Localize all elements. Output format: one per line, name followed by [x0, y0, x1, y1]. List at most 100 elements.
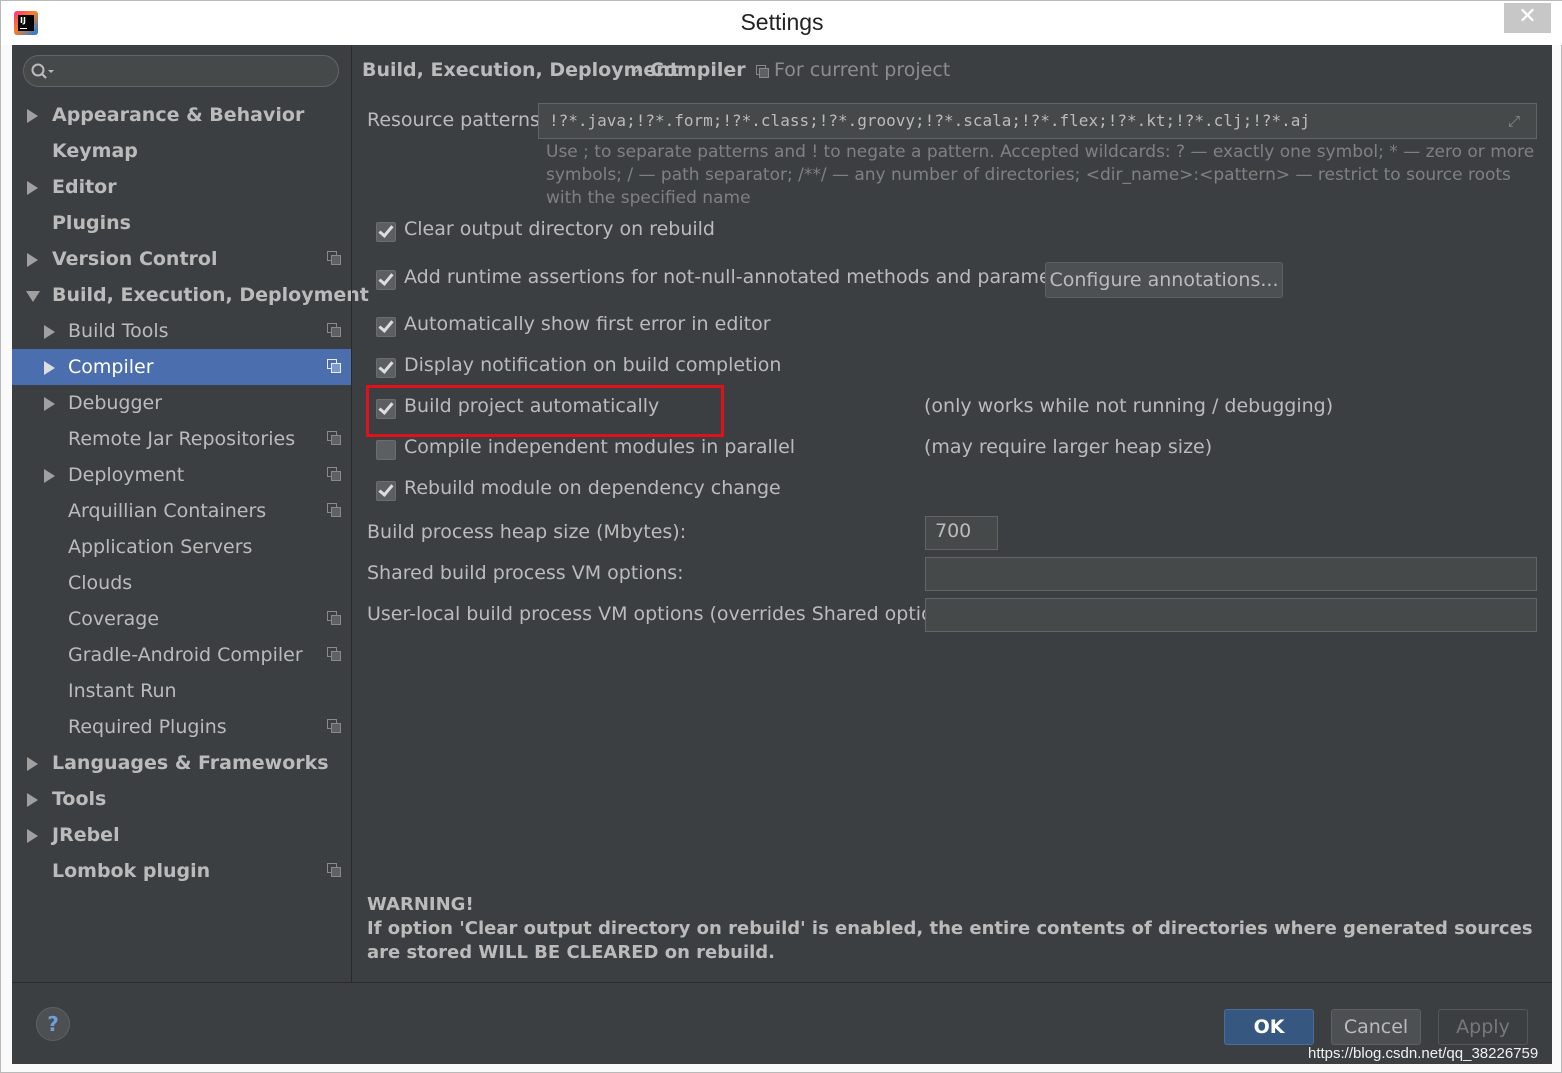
compiler-settings-panel: Build, Execution, Deployment › Compiler … [352, 45, 1552, 982]
project-scope-icon [327, 431, 341, 445]
chevron-right-icon[interactable] [44, 469, 55, 483]
sidebar-item-languages-frameworks[interactable]: Languages & Frameworks [12, 745, 351, 781]
project-scope-icon [327, 611, 341, 625]
settings-sidebar: Appearance & Behavior Keymap Editor Plugins… [12, 45, 369, 982]
checkbox-box[interactable] [376, 481, 396, 501]
help-button[interactable]: ? [36, 1007, 70, 1041]
sidebar-item-version-control[interactable]: Version Control [12, 241, 351, 277]
sidebar-item-debugger[interactable]: Debugger [12, 385, 351, 421]
apply-button[interactable]: Apply [1438, 1009, 1528, 1045]
checkbox-label: Compile independent modules in parallel [404, 436, 796, 458]
sidebar-item-appearance-behavior[interactable]: Appearance & Behavior [12, 97, 351, 133]
sidebar-item-label: Application Servers [68, 536, 253, 558]
sidebar-item-label: Keymap [52, 140, 138, 162]
chevron-right-icon[interactable] [44, 361, 55, 375]
chevron-right-icon[interactable] [27, 829, 38, 843]
configure-annotations-button[interactable]: Configure annotations... [1045, 262, 1283, 298]
heap-size-input[interactable]: 700 [925, 516, 998, 550]
sidebar-item-arquillian-containers[interactable]: Arquillian Containers [12, 493, 351, 529]
project-scope-icon [327, 719, 341, 733]
sidebar-item-build-execution-deployment[interactable]: Build, Execution, Deployment [12, 277, 369, 313]
check-icon [378, 358, 394, 374]
sidebar-item-lombok-plugin[interactable]: Lombok plugin [12, 853, 351, 889]
checkbox-box[interactable] [376, 440, 396, 460]
sidebar-item-label: Tools [52, 788, 107, 810]
checkbox-label: Automatically show first error in editor [404, 313, 771, 335]
sidebar-item-label: Appearance & Behavior [52, 104, 305, 126]
chevron-right-icon[interactable] [27, 793, 38, 807]
sidebar-item-deployment[interactable]: Deployment [12, 457, 351, 493]
chevron-right-icon[interactable] [27, 757, 38, 771]
sidebar-item-label: Required Plugins [68, 716, 227, 738]
project-scope-icon [327, 863, 341, 877]
user-vm-options-input[interactable] [925, 598, 1537, 632]
project-scope-icon [756, 65, 770, 79]
sidebar-item-compiler[interactable]: Compiler [12, 349, 351, 385]
sidebar-item-editor[interactable]: Editor [12, 169, 351, 205]
sidebar-item-jrebel[interactable]: JRebel [12, 817, 351, 853]
sidebar-item-label: Plugins [52, 212, 131, 234]
scope-label: For current project [774, 59, 951, 81]
check-icon [378, 317, 394, 333]
checkbox-box[interactable] [376, 317, 396, 337]
warning-text: If option 'Clear output directory on reb… [367, 918, 1533, 963]
ok-button[interactable]: OK [1224, 1009, 1314, 1045]
sidebar-item-application-servers[interactable]: Application Servers [12, 529, 351, 565]
checkbox-box[interactable] [376, 222, 396, 242]
sidebar-item-remote-jar-repositories[interactable]: Remote Jar Repositories [12, 421, 351, 457]
project-scope-icon [327, 359, 341, 373]
breadcrumb-parent: Build, Execution, Deployment [362, 59, 679, 81]
sidebar-item-plugins[interactable]: Plugins [12, 205, 351, 241]
chevron-right-icon[interactable] [44, 397, 55, 411]
sidebar-item-label: Build Tools [68, 320, 169, 342]
breadcrumb-current: Compiler [650, 59, 746, 81]
sidebar-item-build-tools[interactable]: Build Tools [12, 313, 351, 349]
sidebar-item-label: Build, Execution, Deployment [52, 284, 369, 306]
sidebar-item-label: Remote Jar Repositories [68, 428, 296, 450]
expand-icon[interactable]: ⤢ [1508, 112, 1526, 130]
sidebar-item-label: Deployment [68, 464, 185, 486]
checkbox-label: Display notification on build completion [404, 354, 782, 376]
sidebar-item-label: Gradle-Android Compiler [68, 644, 303, 666]
chevron-right-icon[interactable] [44, 325, 55, 339]
sidebar-item-instant-run[interactable]: Instant Run [12, 673, 351, 709]
project-scope-icon [327, 503, 341, 517]
checkbox-label: Add runtime assertions for not-null-anno… [404, 266, 1088, 288]
user-vm-options-label: User-local build process VM options (ove… [367, 603, 969, 625]
settings-search-input[interactable] [23, 55, 339, 87]
sidebar-item-coverage[interactable]: Coverage [12, 601, 351, 637]
sidebar-item-gradle-android-compiler[interactable]: Gradle-Android Compiler [12, 637, 351, 673]
shared-vm-options-input[interactable] [925, 557, 1537, 591]
sidebar-item-required-plugins[interactable]: Required Plugins [12, 709, 351, 745]
chevron-right-icon[interactable] [27, 253, 38, 267]
footer-divider [12, 982, 1552, 983]
rebuild-warning: WARNING! If option 'Clear output directo… [367, 893, 1542, 965]
chevron-down-icon[interactable] [26, 291, 40, 302]
window-title: Settings [740, 9, 824, 35]
sidebar-item-label: Version Control [52, 248, 218, 270]
heap-size-label: Build process heap size (Mbytes): [367, 521, 687, 543]
checkbox-box[interactable] [376, 358, 396, 378]
resource-patterns-hint: Use ; to separate patterns and ! to nega… [546, 142, 1535, 208]
sidebar-item-tools[interactable]: Tools [12, 781, 351, 817]
check-icon [378, 270, 394, 286]
sidebar-item-clouds[interactable]: Clouds [12, 565, 351, 601]
project-scope-icon [327, 467, 341, 481]
sidebar-item-label: Arquillian Containers [68, 500, 267, 522]
sidebar-item-label: Lombok plugin [52, 860, 211, 882]
warning-title: WARNING! [367, 894, 474, 915]
chevron-right-icon[interactable] [27, 181, 38, 195]
sidebar-item-keymap[interactable]: Keymap [12, 133, 351, 169]
chevron-right-icon[interactable] [27, 109, 38, 123]
project-scope-icon [327, 323, 341, 337]
checkbox-box[interactable] [376, 270, 396, 290]
check-icon [378, 481, 394, 497]
resource-patterns-input[interactable]: !?*.java;!?*.form;!?*.class;!?*.groovy;!… [538, 103, 1537, 139]
close-button[interactable]: ✕ [1504, 3, 1551, 33]
red-highlight-box [366, 385, 724, 437]
title-bar: IJ Settings ✕ [1, 1, 1562, 45]
sidebar-item-label: Instant Run [68, 680, 177, 702]
resource-patterns-label: Resource patterns: [367, 109, 547, 131]
sidebar-item-label: JRebel [52, 824, 120, 846]
cancel-button[interactable]: Cancel [1331, 1009, 1421, 1045]
